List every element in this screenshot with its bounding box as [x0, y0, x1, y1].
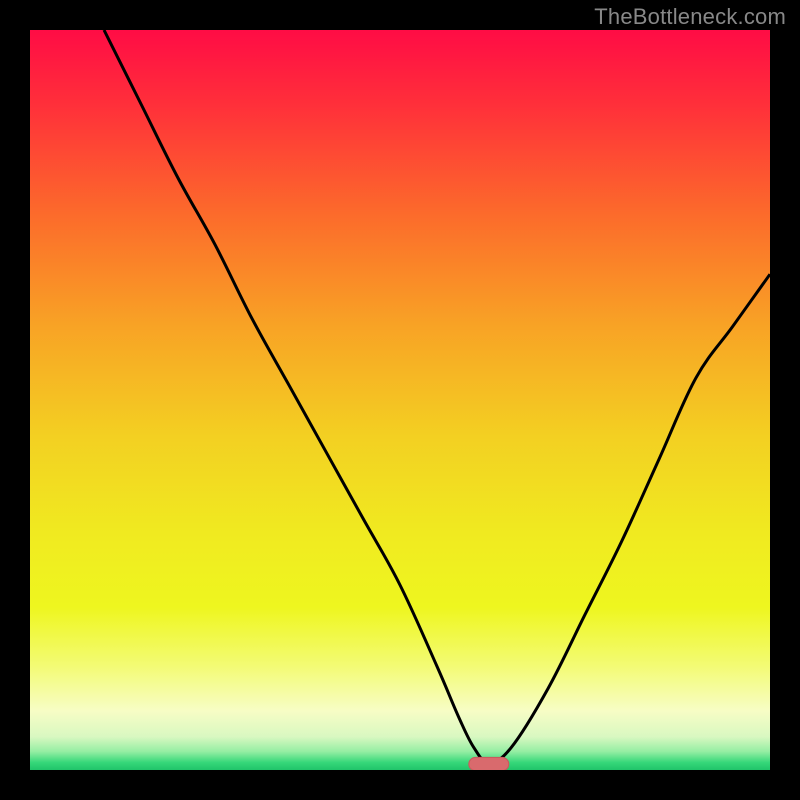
watermark-label: TheBottleneck.com — [594, 4, 786, 30]
chart-svg — [30, 30, 770, 770]
plot-area — [30, 30, 770, 770]
bottleneck-curve — [104, 30, 770, 763]
chart-frame: TheBottleneck.com — [0, 0, 800, 800]
optimum-marker — [469, 757, 509, 770]
